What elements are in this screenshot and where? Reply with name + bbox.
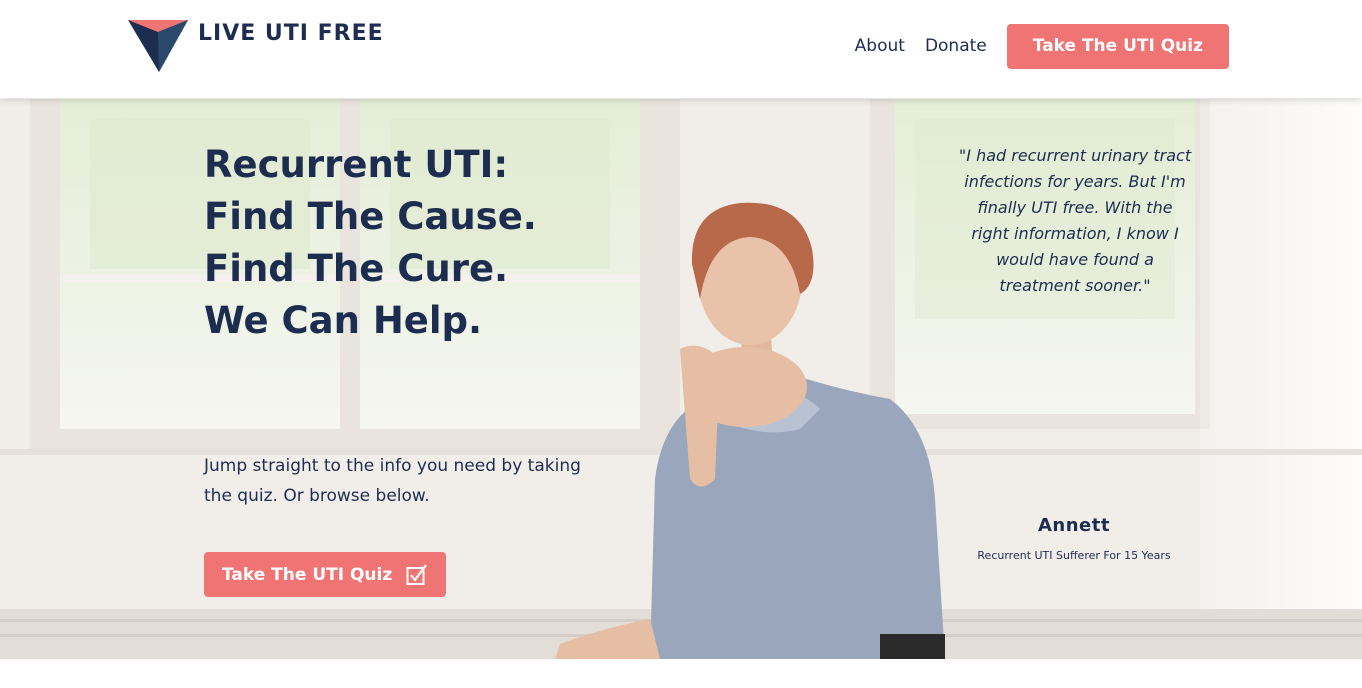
logo-link[interactable]: LIVE UTI FREE	[128, 18, 384, 72]
headline-line: Find The Cure.	[204, 247, 509, 290]
headline-line: Recurrent UTI:	[204, 143, 509, 186]
hero-headline: Recurrent UTI: Find The Cause. Find The …	[204, 139, 624, 347]
nav-about-link[interactable]: About	[855, 24, 905, 69]
testimonial-author: Annett	[1038, 515, 1110, 536]
headline-line: We Can Help.	[204, 299, 483, 342]
logo-triangle-icon	[128, 20, 188, 72]
take-quiz-hero-button[interactable]: Take The UTI Quiz	[204, 552, 447, 597]
testimonial-author-subtitle: Recurrent UTI Sufferer For 15 Years	[977, 549, 1171, 562]
brand-name: LIVE UTI FREE	[198, 20, 384, 46]
take-quiz-hero-label: Take The UTI Quiz	[222, 564, 393, 585]
checkbox-icon	[406, 563, 428, 585]
site-header: LIVE UTI FREE About Donate Take The UTI …	[0, 0, 1362, 98]
take-quiz-header-button[interactable]: Take The UTI Quiz	[1006, 24, 1229, 69]
nav-donate-link[interactable]: Donate	[925, 24, 987, 69]
main-nav: About Donate Take The UTI Quiz	[855, 24, 1229, 69]
hero-intro-text: Jump straight to the info you need by ta…	[204, 456, 581, 506]
headline-line: Find The Cause.	[204, 195, 537, 238]
hero-section: Recurrent UTI: Find The Cause. Find The …	[0, 99, 1362, 659]
testimonial-quote: "I had recurrent urinary tract infection…	[958, 146, 1192, 295]
